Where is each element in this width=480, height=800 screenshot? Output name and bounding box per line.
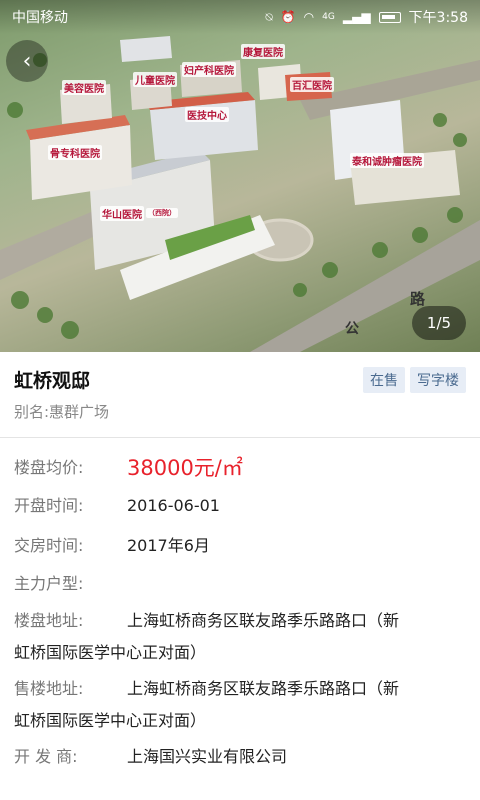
building-label: 儿童医院 bbox=[133, 72, 177, 87]
building-label: （西院） bbox=[146, 208, 178, 218]
project-name: 虹桥观邸 bbox=[14, 370, 91, 392]
price-label: 楼盘均价: bbox=[14, 458, 84, 477]
wifi-icon: ◠ bbox=[303, 10, 315, 24]
sales-address-value: 上海虹桥商务区联友路季乐路路口（新 bbox=[127, 679, 400, 698]
address-value-continued: 虹桥国际医学中心正对面） bbox=[14, 643, 207, 662]
page-indicator: 1/5 bbox=[412, 306, 466, 340]
sales-address-label: 售楼地址: bbox=[14, 679, 84, 698]
hero-image-carousel[interactable]: 康复医院 妇产科医院 美容医院 儿童医院 百汇医院 医技中心 骨专科医院 泰和诚… bbox=[0, 0, 480, 352]
developer-row: 开 发 商: 上海国兴实业有限公司 bbox=[14, 739, 466, 775]
tag-list: 在售 写字楼 bbox=[363, 366, 466, 393]
building-label: 美容医院 bbox=[62, 80, 106, 95]
building-label: 百汇医院 bbox=[290, 77, 334, 92]
status-bar: 中国移动 ⍉ ⏰ ◠ 4G ▂▄▆ 下午3:58 bbox=[0, 0, 480, 34]
open-date-row: 开盘时间: 2016-06-01 bbox=[14, 488, 466, 524]
battery-icon bbox=[378, 11, 401, 23]
title-section: 虹桥观邸 在售 写字楼 别名:惠群广场 bbox=[0, 352, 480, 438]
address-row: 楼盘地址: 上海虹桥商务区联友路季乐路路口（新 虹桥国际医学中心正对面） bbox=[14, 605, 466, 669]
price-row: 楼盘均价: 38000元/㎡ bbox=[14, 448, 466, 488]
status-time: 下午3:58 bbox=[408, 10, 468, 26]
developer-label: 开 发 商: bbox=[14, 747, 78, 766]
mute-icon: ⍉ bbox=[265, 9, 273, 24]
road-label: 公 bbox=[345, 321, 359, 337]
signal-icon: ▂▄▆ bbox=[342, 10, 371, 24]
delivery-date-label: 交房时间: bbox=[14, 536, 84, 555]
building-label: 康复医院 bbox=[241, 44, 285, 59]
project-alias: 别名:惠群广场 bbox=[14, 403, 110, 421]
address-value: 上海虹桥商务区联友路季乐路路口（新 bbox=[127, 611, 400, 630]
building-label: 泰和诚肿瘤医院 bbox=[350, 153, 424, 168]
building-label: 华山医院 bbox=[100, 206, 144, 221]
developer-value: 上海国兴实业有限公司 bbox=[127, 747, 288, 766]
delivery-date-value: 2017年6月 bbox=[127, 536, 210, 555]
chevron-left-icon: ‹ bbox=[22, 48, 32, 74]
carrier-name: 中国移动 bbox=[12, 10, 68, 26]
details-section: 楼盘均价: 38000元/㎡ 开盘时间: 2016-06-01 交房时间: 20… bbox=[0, 448, 480, 775]
alarm-icon: ⏰ bbox=[280, 10, 296, 24]
back-button[interactable]: ‹ bbox=[6, 40, 48, 82]
open-date-value: 2016-06-01 bbox=[127, 496, 220, 515]
delivery-date-row: 交房时间: 2017年6月 bbox=[14, 528, 466, 564]
layout-label: 主力户型: bbox=[14, 574, 84, 593]
building-label: 骨专科医院 bbox=[48, 145, 102, 160]
sales-address-value-continued: 虹桥国际医学中心正对面） bbox=[14, 711, 207, 730]
sales-address-row: 售楼地址: 上海虹桥商务区联友路季乐路路口（新 虹桥国际医学中心正对面） bbox=[14, 673, 466, 737]
type-badge: 写字楼 bbox=[410, 366, 466, 393]
layout-value bbox=[127, 566, 466, 602]
building-label: 医技中心 bbox=[185, 107, 229, 122]
4g-icon: 4G bbox=[322, 12, 335, 22]
open-date-label: 开盘时间: bbox=[14, 496, 84, 515]
status-badge: 在售 bbox=[363, 366, 405, 393]
address-label: 楼盘地址: bbox=[14, 611, 84, 630]
layout-row: 主力户型: bbox=[14, 566, 466, 602]
building-label: 妇产科医院 bbox=[182, 62, 236, 77]
price-value: 38000元/㎡ bbox=[127, 456, 243, 480]
